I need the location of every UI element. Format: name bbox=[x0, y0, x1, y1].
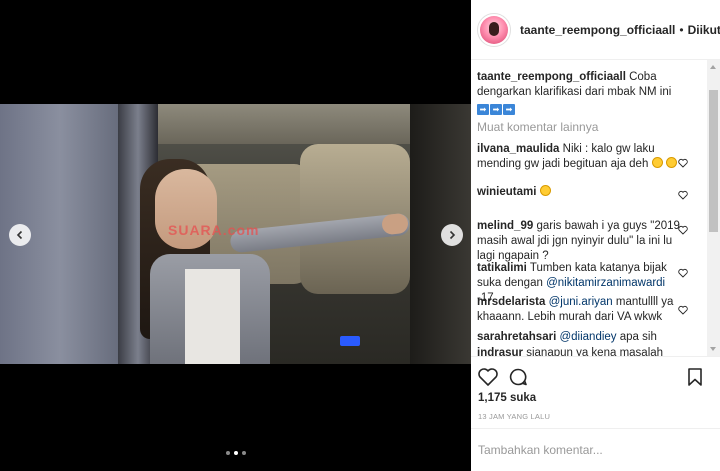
comment-button[interactable] bbox=[507, 366, 529, 388]
comment-username[interactable]: indrasur bbox=[477, 347, 523, 356]
carousel-next-button[interactable] bbox=[441, 224, 463, 246]
comment-mention-link[interactable]: @juni.ariyan bbox=[549, 296, 613, 308]
avatar[interactable] bbox=[477, 12, 511, 47]
comment-like-button[interactable] bbox=[678, 156, 688, 168]
comment-text: sianapun ya kena masalah bbox=[526, 347, 664, 356]
arrow-right-icon: ➡ bbox=[503, 104, 515, 115]
chevron-left-icon bbox=[16, 230, 23, 240]
comment-username[interactable]: tatikalimi bbox=[477, 262, 527, 274]
carousel-dot-active bbox=[233, 451, 238, 455]
comment-username[interactable]: mrsdelarista bbox=[477, 296, 545, 308]
follow-status-button[interactable]: Diikuti bbox=[688, 23, 720, 37]
comment-item: melind_99 garis bawah i ya guys "2019 ma… bbox=[477, 219, 683, 264]
post-media: SUARA.com bbox=[0, 0, 471, 471]
carousel-dot bbox=[225, 451, 230, 455]
comment-username[interactable]: sarahretahsari bbox=[477, 331, 556, 343]
heart-outline-icon bbox=[678, 268, 688, 278]
video-scene-light bbox=[340, 336, 360, 346]
comment-item: ilvana_maulida Niki : kalo gw laku mendi… bbox=[477, 142, 683, 172]
caption-emojis: ➡ ➡ ➡ bbox=[477, 101, 683, 116]
heart-eyes-emoji-icon bbox=[539, 185, 551, 196]
comments-scrollbar[interactable] bbox=[707, 60, 720, 356]
grinning-sweat-emoji-icon bbox=[665, 157, 677, 168]
carousel-dot bbox=[241, 451, 246, 455]
comment-like-button[interactable] bbox=[678, 303, 688, 315]
author-username[interactable]: taante_reempong_officiaall bbox=[520, 23, 675, 37]
post-sidebar: taante_reempong_officiaall • Diikuti taa… bbox=[471, 0, 720, 471]
add-comment-area bbox=[471, 428, 720, 471]
comment-username[interactable]: melind_99 bbox=[477, 220, 533, 232]
caption-username[interactable]: taante_reempong_officiaall bbox=[477, 71, 626, 83]
grinning-sweat-emoji-icon bbox=[651, 157, 663, 168]
arrow-right-icon: ➡ bbox=[477, 104, 489, 115]
scrollbar-thumb[interactable] bbox=[709, 90, 718, 232]
comment-like-button[interactable] bbox=[678, 188, 688, 200]
post-header: taante_reempong_officiaall • Diikuti bbox=[471, 0, 720, 60]
video-scene-ceiling bbox=[150, 104, 420, 144]
post-actions-bar bbox=[471, 356, 720, 396]
comment-item: sarahretahsari @diiandiey apa sih bbox=[477, 330, 683, 345]
carousel-dots bbox=[0, 451, 471, 455]
comment-mention-link[interactable]: @diiandiey bbox=[559, 331, 616, 343]
follow-separator: • bbox=[679, 22, 684, 37]
scroll-up-arrow-icon[interactable] bbox=[710, 65, 716, 69]
post-timestamp[interactable]: 13 JAM YANG LALU bbox=[478, 412, 550, 421]
video-watermark: SUARA.com bbox=[168, 222, 260, 238]
video-scene-person bbox=[140, 159, 270, 364]
heart-outline-icon bbox=[678, 158, 688, 168]
comment-item: indrasur sianapun ya kena masalah bbox=[477, 346, 683, 356]
caption: taante_reempong_officiaall Coba dengarka… bbox=[477, 70, 683, 116]
comment-username[interactable]: ilvana_maulida bbox=[477, 143, 559, 155]
comment-like-button[interactable] bbox=[678, 223, 688, 235]
comment-text-after: apa sih bbox=[619, 331, 657, 343]
instagram-post-modal: SUARA.com taante_reempong_officiaall • D… bbox=[0, 0, 720, 471]
chevron-right-icon bbox=[449, 230, 456, 240]
load-more-comments-button[interactable]: Muat komentar lainnya bbox=[477, 120, 598, 134]
likes-count[interactable]: 1,175 suka bbox=[478, 392, 536, 404]
heart-outline-icon bbox=[678, 190, 688, 200]
arrow-right-icon: ➡ bbox=[490, 104, 502, 115]
save-button[interactable] bbox=[684, 366, 706, 388]
add-comment-input[interactable] bbox=[478, 441, 688, 459]
scroll-down-arrow-icon[interactable] bbox=[710, 347, 716, 351]
comment-like-button[interactable] bbox=[678, 266, 688, 278]
like-button[interactable] bbox=[477, 366, 499, 388]
carousel-prev-button[interactable] bbox=[9, 224, 31, 246]
heart-outline-icon bbox=[478, 368, 498, 386]
heart-outline-icon bbox=[678, 305, 688, 315]
comment-username[interactable]: winieutami bbox=[477, 186, 536, 198]
comment-item: mrsdelarista @juni.ariyan mantullll ya k… bbox=[477, 295, 683, 325]
comment-mention-link[interactable]: @nikitamirzanimawardi bbox=[546, 277, 665, 289]
comment-item: winieutami bbox=[477, 185, 683, 200]
bookmark-icon bbox=[688, 368, 702, 386]
speech-bubble-icon bbox=[509, 368, 527, 386]
heart-outline-icon bbox=[678, 225, 688, 235]
post-video[interactable]: SUARA.com bbox=[0, 104, 471, 364]
comments-list: taante_reempong_officiaall Coba dengarka… bbox=[471, 60, 720, 356]
